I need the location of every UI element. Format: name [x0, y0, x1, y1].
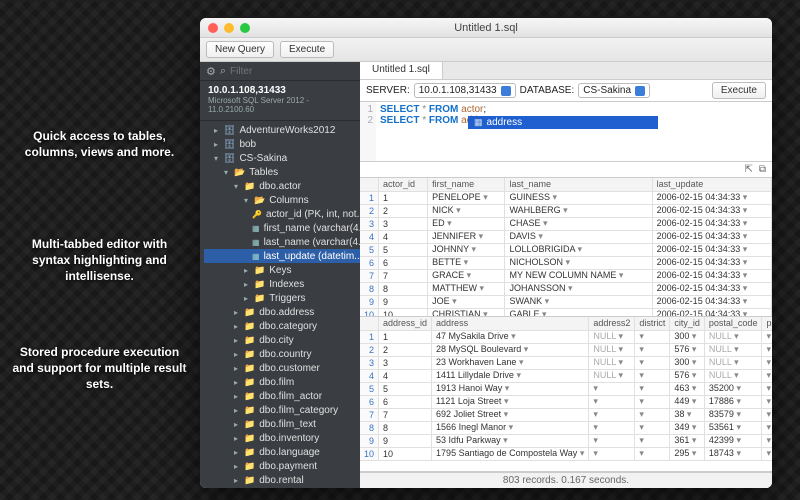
column-header[interactable]: address_id	[379, 317, 432, 330]
table-row[interactable]: 99JOESWANK2006-02-15 04:34:33	[360, 295, 772, 308]
table-row[interactable]: 441411 Lillydale DriveNULL576NULL2006-02…	[360, 369, 772, 382]
sidebar: ⚙ ⌕ 10.0.1.108,31433 Microsoft SQL Serve…	[200, 62, 360, 488]
table-node[interactable]: ▸dbo.language	[204, 445, 360, 459]
tables-node[interactable]: ▾Tables	[204, 165, 360, 179]
window-title: Untitled 1.sql	[200, 22, 772, 34]
table-node[interactable]: ▸dbo.payment	[204, 459, 360, 473]
column-header[interactable]: last_update	[652, 178, 771, 191]
table-row[interactable]: 77GRACEMY NEW COLUMN NAME2006-02-15 04:3…	[360, 269, 772, 282]
table-row[interactable]: 66BETTENICHOLSON2006-02-15 04:34:33	[360, 256, 772, 269]
columns-node[interactable]: ▾Columns	[204, 193, 360, 207]
server-version: Microsoft SQL Server 2012 - 11.0.2100.60	[208, 96, 352, 114]
table-node[interactable]: ▸dbo.city	[204, 333, 360, 347]
table-node[interactable]: ▸dbo.inventory	[204, 431, 360, 445]
database-label: DATABASE:	[520, 85, 575, 96]
table-row[interactable]: 44JENNIFERDAVIS2006-02-15 04:34:33	[360, 230, 772, 243]
column-header[interactable]: address2	[589, 317, 635, 330]
object-tree: ▸AdventureWorks2012 ▸bob ▾CS-Sakina ▾Tab…	[200, 121, 360, 488]
table-row[interactable]: 11PENELOPEGUINESS2006-02-15 04:34:33	[360, 191, 772, 204]
table-node[interactable]: ▸dbo.film_category	[204, 403, 360, 417]
column-node[interactable]: last_update (datetim...	[204, 249, 360, 263]
table-row[interactable]: 33EDCHASE2006-02-15 04:34:33	[360, 217, 772, 230]
table-node[interactable]: ▸dbo.category	[204, 319, 360, 333]
column-header[interactable]: first_name	[428, 178, 505, 191]
execute-button[interactable]: Execute	[712, 82, 766, 99]
table-row[interactable]: 1010CHRISTIANGABLE2006-02-15 04:34:33	[360, 308, 772, 316]
database-select[interactable]: CS-Sakina	[578, 83, 650, 98]
table-row[interactable]: 88MATTHEWJOHANSSON2006-02-15 04:34:33	[360, 282, 772, 295]
table-node[interactable]: ▸dbo.address	[204, 305, 360, 319]
promo-text-3: Stored procedure execution and support f…	[12, 344, 187, 393]
table-row[interactable]: 3323 Workhaven LaneNULL300NULL2006-02-15…	[360, 356, 772, 369]
table-row[interactable]: 9953 Idfu Parkway361423992006-02-15 04:4…	[360, 434, 772, 447]
table-row[interactable]: 881566 Inegl Manor349535612006-02-15 04:…	[360, 421, 772, 434]
table-row[interactable]: 661121 Loja Street449178862006-02-15 04:…	[360, 395, 772, 408]
table-row[interactable]: 55JOHNNYLOLLOBRIGIDA2006-02-15 04:34:33	[360, 243, 772, 256]
table-row[interactable]: 2228 MySQL BoulevardNULL576NULL2006-02-1…	[360, 343, 772, 356]
export-icon[interactable]: ⇱	[744, 164, 752, 175]
results-toolbar: ⇱ ⧉	[360, 162, 772, 178]
column-header[interactable]: last_name	[505, 178, 652, 191]
editor-tab[interactable]: Untitled 1.sql	[360, 62, 443, 79]
table-row[interactable]: 22NICKWAHLBERG2006-02-15 04:34:33	[360, 204, 772, 217]
keys-node[interactable]: ▸Keys	[204, 263, 360, 277]
toolbar: New Query Execute	[200, 38, 772, 62]
table-node[interactable]: ▸dbo.staff	[204, 487, 360, 488]
table-row[interactable]: 551913 Hanoi Way463352002006-02-15 04:45…	[360, 382, 772, 395]
db-node[interactable]: ▸bob	[204, 137, 360, 151]
server-info: 10.0.1.108,31433 Microsoft SQL Server 20…	[200, 81, 360, 121]
table-row[interactable]: 1147 MySakila DriveNULL300NULL2006-02-15…	[360, 330, 772, 343]
dropdown-icon	[635, 86, 645, 96]
column-header[interactable]: postal_code	[704, 317, 762, 330]
gear-icon[interactable]: ⚙	[206, 65, 216, 77]
dropdown-icon	[501, 86, 511, 96]
db-node[interactable]: ▸AdventureWorks2012	[204, 123, 360, 137]
table-node[interactable]: ▸dbo.customer	[204, 361, 360, 375]
indexes-node[interactable]: ▸Indexes	[204, 277, 360, 291]
new-query-button[interactable]: New Query	[206, 41, 274, 58]
promo-text-1: Quick access to tables, columns, views a…	[12, 128, 187, 160]
filter-input[interactable]	[230, 66, 360, 77]
app-window: Untitled 1.sql New Query Execute ⚙ ⌕ 10.…	[200, 18, 772, 488]
column-header[interactable]: address	[432, 317, 589, 330]
main-pane: Untitled 1.sql SERVER: 10.0.1.108,31433 …	[360, 62, 772, 488]
db-node[interactable]: ▾CS-Sakina	[204, 151, 360, 165]
table-node[interactable]: ▸dbo.rental	[204, 473, 360, 487]
connection-bar: SERVER: 10.0.1.108,31433 DATABASE: CS-Sa…	[360, 80, 772, 102]
server-select[interactable]: 10.0.1.108,31433	[414, 83, 516, 98]
column-node[interactable]: first_name (varchar(4...	[204, 221, 360, 235]
status-bar: 803 records. 0.167 seconds.	[360, 472, 772, 488]
triggers-node[interactable]: ▸Triggers	[204, 291, 360, 305]
column-node[interactable]: last_name (varchar(4...	[204, 235, 360, 249]
titlebar: Untitled 1.sql	[200, 18, 772, 38]
table-node[interactable]: ▾dbo.actor	[204, 179, 360, 193]
table-node[interactable]: ▸dbo.film_actor	[204, 389, 360, 403]
results-grid-2[interactable]: address_idaddressaddress2districtcity_id…	[360, 317, 772, 471]
search-icon: ⌕	[220, 65, 226, 77]
results-grid-1[interactable]: actor_idfirst_namelast_namelast_update11…	[360, 178, 772, 316]
promo-text-2: Multi-tabbed editor with syntax highligh…	[12, 236, 187, 285]
column-header[interactable]: city_id	[670, 317, 705, 330]
column-node[interactable]: actor_id (PK, int, not...	[204, 207, 360, 221]
sql-editor[interactable]: 12 SELECT * FROM actor; SELECT * FROM ad…	[360, 102, 772, 162]
copy-icon[interactable]: ⧉	[759, 164, 766, 175]
table-row[interactable]: 77692 Joliet Street38835792006-02-15 04:…	[360, 408, 772, 421]
table-node[interactable]: ▸dbo.film	[204, 375, 360, 389]
server-label: SERVER:	[366, 85, 410, 96]
column-header[interactable]: phone	[762, 317, 772, 330]
column-header[interactable]: actor_id	[379, 178, 428, 191]
table-node[interactable]: ▸dbo.country	[204, 347, 360, 361]
autocomplete-item[interactable]: address	[468, 116, 658, 129]
table-node[interactable]: ▸dbo.film_text	[204, 417, 360, 431]
column-header[interactable]: district	[635, 317, 670, 330]
table-row[interactable]: 10101795 Santiago de Compostela Way29518…	[360, 447, 772, 460]
server-host: 10.0.1.108,31433	[208, 85, 352, 96]
execute-button[interactable]: Execute	[280, 41, 334, 58]
